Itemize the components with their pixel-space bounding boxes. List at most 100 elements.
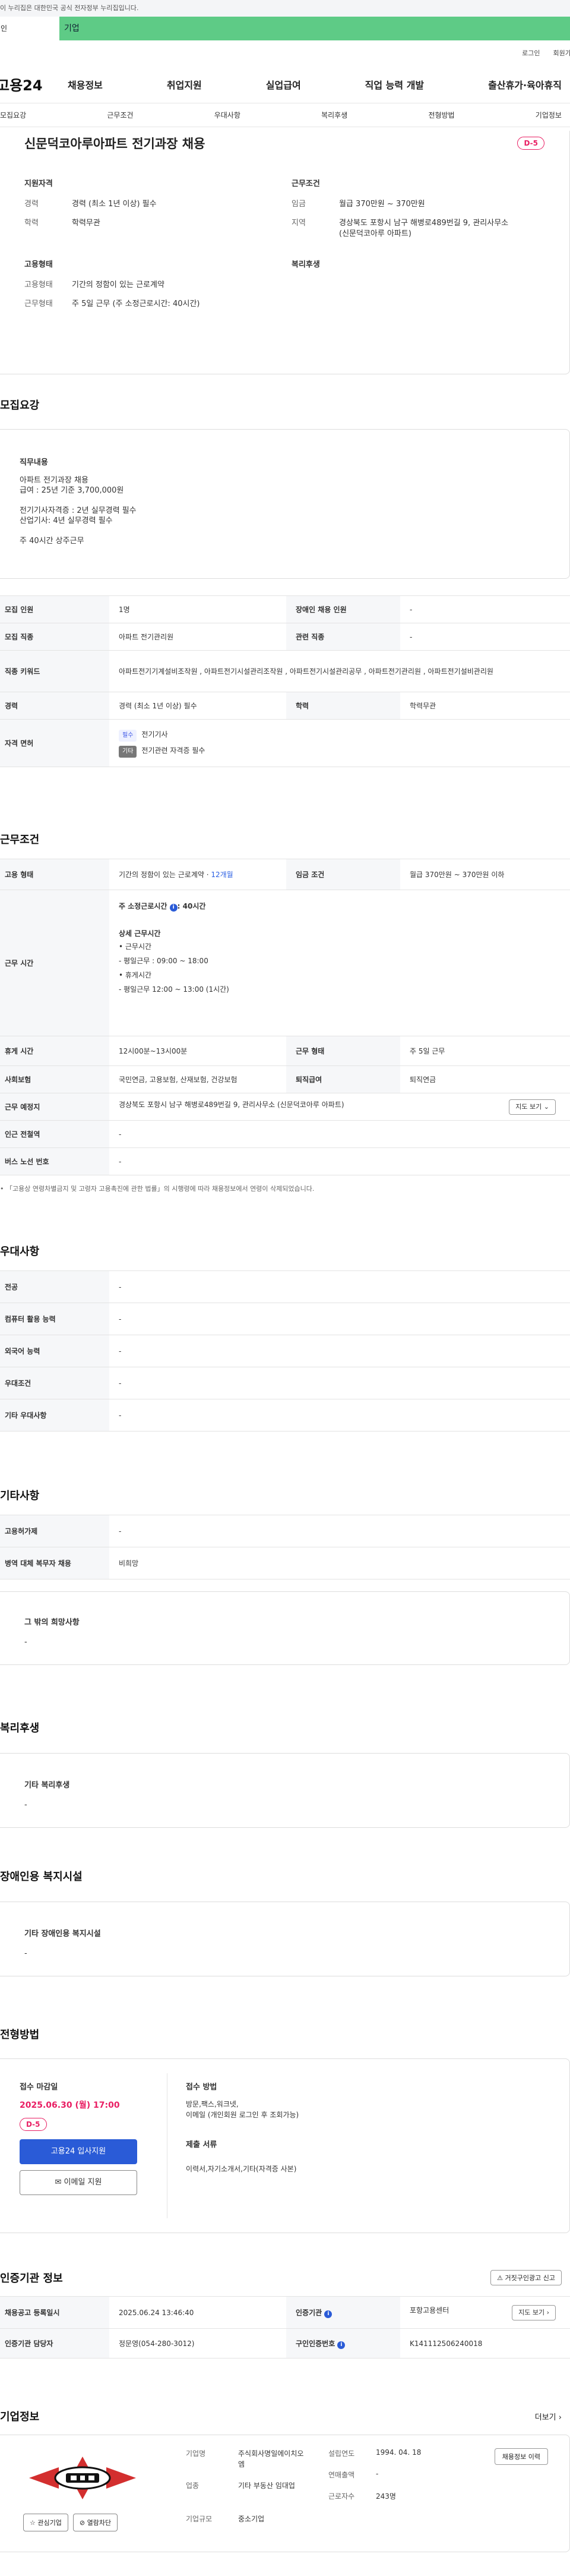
table-header: 고용 형태 <box>0 859 109 890</box>
established-label: 설립연도 <box>328 2449 355 2458</box>
table-cell: 월급 370만원 ~ 370만원 이하 <box>400 859 570 890</box>
welfare-box-title: 기타 복리후생 <box>24 1781 70 1790</box>
table-header: 병역 대체 복무자 채용 <box>0 1547 109 1579</box>
audience-person-tab[interactable]: 개인 <box>0 17 59 40</box>
table-cell: - <box>109 1120 570 1148</box>
table-header: 근무 형태 <box>286 1036 400 1066</box>
table-header: 사회보험 <box>0 1065 109 1093</box>
chevron-down-icon: ⌄ <box>543 1102 549 1111</box>
table-cell: 경상북도 포항시 남구 해병로489번길 9, 관리사무소 (신문덕코아루 아파… <box>109 1093 570 1121</box>
table-cell: 정문영(054-280-3012) <box>109 2328 286 2359</box>
info-icon[interactable]: i <box>169 904 178 912</box>
table-row: 인증기관 담당자 정문영(054-280-3012) 구인인증번호 i K141… <box>0 2328 570 2359</box>
cert-map-button[interactable]: 지도 보기 › <box>512 2304 556 2320</box>
contract-period-link[interactable]: 12개월 <box>211 871 233 879</box>
email-apply-button[interactable]: ✉ 이메일 지원 <box>20 2170 137 2195</box>
mail-icon: ✉ <box>55 2178 62 2187</box>
menu-unemployment-benefit[interactable]: 실업급여 <box>266 77 301 92</box>
employees-value: 243명 <box>376 2492 396 2501</box>
deadline-dday-badge: D-5 <box>20 2118 47 2131</box>
tab-conditions[interactable]: 근무조건 <box>107 110 133 120</box>
wage-value: 월급 370만원 ~ 370만원 <box>339 200 425 209</box>
tab-company[interactable]: 기업정보 <box>536 110 562 120</box>
table-cell: - <box>109 1303 570 1335</box>
tab-process[interactable]: 전형방법 <box>428 110 454 120</box>
table-row: 외국어 능력 - <box>0 1335 570 1367</box>
alert-icon: ⚠ <box>497 2274 504 2282</box>
table-header: 관련 직종 <box>286 623 400 651</box>
audience-company-tab[interactable]: 기업 <box>59 17 570 40</box>
table-header: 구인인증번호 i <box>286 2328 400 2359</box>
employment-type-block: 고용형태 고용형태 기간의 정함이 있는 근로계약 근무형태 주 5일 근무 (주 … <box>24 258 274 318</box>
block-icon: ⊘ <box>79 2519 86 2527</box>
table-row: 전공 - <box>0 1270 570 1303</box>
audience-switch: 개인 기업 <box>0 17 570 40</box>
tab-preference[interactable]: 우대사항 <box>214 110 240 120</box>
employees-label: 근로자수 <box>328 2492 355 2501</box>
block-view-button[interactable]: ⊘ 열람차단 <box>72 2514 118 2531</box>
company-info-left: 기업명 주식회사명일에이치오엠 업종 기타 부동산 임대업 기업규모 중소기업 <box>186 2448 307 2535</box>
disabled-section-title: 장애인용 복지시설 <box>0 1871 83 1883</box>
table-header: 고용허가제 <box>0 1515 109 1547</box>
menu-employment-support[interactable]: 취업지원 <box>167 77 202 92</box>
keyword-cell: 아파트전기기계설비조작원 , 아파트전기시설관리조작원 , 아파트전기시설관리공… <box>109 650 570 692</box>
welfare-title: 복리후생 <box>292 260 320 269</box>
table-header: 인증기관 i <box>286 2296 400 2329</box>
table-header: 기타 우대사항 <box>0 1399 109 1432</box>
tab-welfare[interactable]: 복리후생 <box>321 110 347 120</box>
company-name-label: 기업명 <box>186 2449 206 2458</box>
false-ad-report-button[interactable]: ⚠ 거짓구인광고 신고 <box>490 2270 562 2285</box>
method-value: 방문,팩스,워크넷, 이메일 (개인회원 로그인 후 조회가능) <box>186 2099 299 2120</box>
welfare-box-value: - <box>24 1801 27 1809</box>
work-place-value: 경상북도 포항시 남구 해병로489번길 9, 관리사무소 (신문덕코아루 아파… <box>119 1100 344 1109</box>
work-time-line: - 평일근무 12:00 ~ 13:00 (1시간) <box>119 985 229 994</box>
cert-section-title: 인증기관 정보 <box>0 2272 63 2285</box>
job-description-title: 직무내용 <box>20 458 48 467</box>
table-cell: 2025.06.24 13:46:40 <box>109 2296 286 2329</box>
hiring-history-button[interactable]: 채용정보 이력 <box>494 2448 548 2465</box>
table-header: 모집 인원 <box>0 595 109 623</box>
apply-button[interactable]: 고용24 입사지원 <box>20 2139 137 2164</box>
company-header: 기업정보 더보기 › <box>0 2408 570 2424</box>
company-more-link[interactable]: 더보기 › <box>535 2411 562 2422</box>
audience-person-label: 개인 <box>0 24 8 33</box>
work-time-line: • 휴게시간 <box>119 971 152 979</box>
menu-parental-leave[interactable]: 출산휴가·육아휴직 <box>488 77 562 92</box>
sales-value: - <box>376 2470 379 2478</box>
method-line: 방문,팩스,워크넷, <box>186 2100 239 2108</box>
company-section-title: 기업정보 <box>0 2411 40 2423</box>
established-value: 1994. 04. 18 <box>376 2448 422 2457</box>
table-row: 근무 시간 주 소정근로시간 i: 40시간 상세 근무시간 • 근무시간 - … <box>0 890 570 1036</box>
education-value: 학력무관 <box>72 219 100 228</box>
recruit-table: 모집 인원 1명 장애인 채용 인원 - 모집 직종 아파트 전기관리원 관련 … <box>0 595 570 767</box>
work-type-label: 근무형태 <box>24 299 53 308</box>
company-more-label: 더보기 <box>534 2413 556 2422</box>
table-cell: - <box>400 595 570 623</box>
site-logo[interactable]: 고용24 <box>0 74 68 94</box>
info-icon[interactable]: i <box>324 2310 332 2318</box>
region-value: 경상북도 포항시 남구 해병로489번길 9, 관리사무소 (신문덕코아루 아파… <box>339 219 509 238</box>
work-hours-label: 주 소정근로시간 <box>119 902 170 910</box>
chevron-right-icon: › <box>546 2308 549 2316</box>
industry-label: 업종 <box>186 2482 200 2490</box>
company-info-right: 설립연도 1994. 04. 18 연매출액 - 근로자수 243명 <box>328 2448 421 2512</box>
tab-recruit[interactable]: 모집요강 <box>0 110 26 120</box>
top-utility-bar: 로그인 회원가입 <box>0 40 570 65</box>
table-header: 임금 조건 <box>286 859 400 890</box>
table-cell: 12시00분~13시00분 <box>109 1036 286 1066</box>
menu-job-info[interactable]: 채용정보 <box>68 77 103 92</box>
section-anchor-tabs: 모집요강 근무조건 우대사항 복리후생 전형방법 기업정보 <box>0 103 570 127</box>
table-row: 인근 전철역 - <box>0 1120 570 1148</box>
table-cell: 포항고용센터 지도 보기 › <box>400 2296 570 2329</box>
interest-company-button[interactable]: ☆ 관심기업 <box>23 2514 68 2531</box>
table-row: 경력 경력 (최소 1년 이상) 필수 학력 학력무관 <box>0 692 570 720</box>
menu-skill-development[interactable]: 직업 능력 개발 <box>365 77 424 92</box>
login-link[interactable]: 로그인 <box>522 48 540 58</box>
map-view-button[interactable]: 지도 보기 ⌄ <box>509 1099 556 1115</box>
table-row: 채용공고 등록일시 2025.06.24 13:46:40 인증기관 i 포항고… <box>0 2296 570 2329</box>
company-box: ☆ 관심기업 ⊘ 열람차단 기업명 주식회사명일에이치오엠 업종 기타 부동산 임대… <box>0 2435 570 2552</box>
info-icon[interactable]: i <box>337 2341 346 2349</box>
company-logo-icon <box>29 2457 136 2499</box>
signup-link[interactable]: 회원가입 <box>553 48 570 58</box>
conditions-title: 근무조건 <box>292 179 320 188</box>
